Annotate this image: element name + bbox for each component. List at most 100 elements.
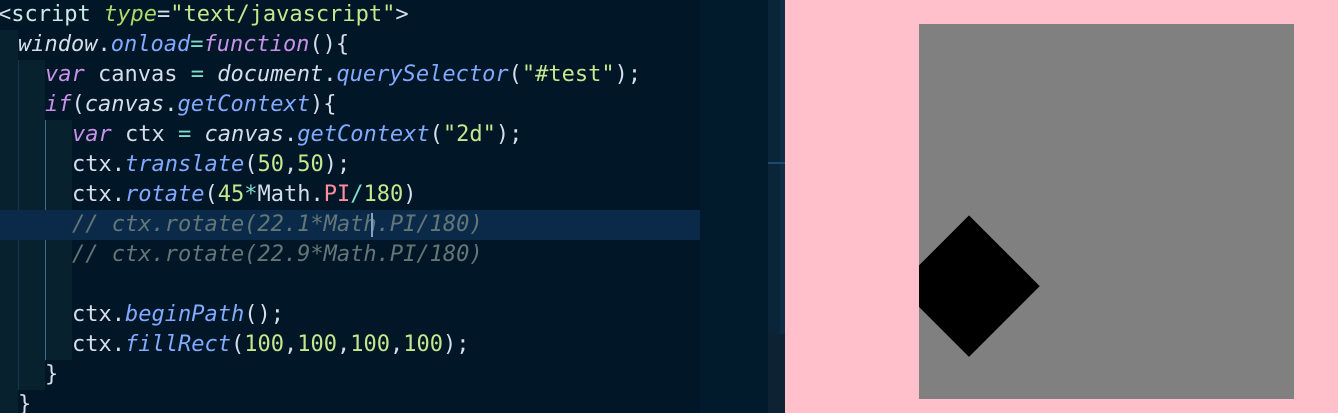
code-token: canvas xyxy=(204,122,284,147)
code-token: translate xyxy=(125,152,245,177)
code-token: window xyxy=(18,32,98,57)
code-line[interactable]: ctx.fillRect(100,100,100,100); xyxy=(72,330,469,360)
code-token: 100 xyxy=(350,332,390,357)
code-token: , xyxy=(336,332,351,357)
code-token: 100 xyxy=(403,332,443,357)
code-token: ( xyxy=(230,332,245,357)
app-window: <script type="text/javascript"> window.on… xyxy=(0,0,1338,413)
code-token: ); xyxy=(442,332,470,357)
code-token: . xyxy=(111,152,125,177)
code-line[interactable]: var ctx = canvas.getContext("2d"); xyxy=(72,120,522,150)
code-token: ctx xyxy=(72,152,112,177)
code-token: } xyxy=(45,362,59,387)
code-line[interactable]: var canvas = document.querySelector("#te… xyxy=(45,60,641,90)
text-cursor xyxy=(371,213,373,237)
code-token: { xyxy=(323,92,337,117)
code-token: . xyxy=(164,92,178,117)
code-token: ); xyxy=(323,152,351,177)
code-line[interactable]: // ctx.rotate(22.9*Math.PI/180) xyxy=(72,240,483,270)
code-token: , xyxy=(283,152,298,177)
code-token: "#test" xyxy=(521,62,615,87)
code-token: "2d" xyxy=(442,122,496,147)
code-line[interactable]: // ctx.rotate(22.1*Math.PI/180) xyxy=(72,210,483,240)
canvas-drawing xyxy=(919,215,1040,357)
indent-guide-active xyxy=(45,120,46,360)
code-token: var xyxy=(45,62,85,87)
code-token: ctx xyxy=(72,332,112,357)
code-token: document xyxy=(217,62,324,87)
code-token: 180 xyxy=(363,182,404,207)
code-token: ) xyxy=(403,182,417,207)
code-token: canvas xyxy=(84,62,191,87)
code-line[interactable]: ctx.rotate(45*Math.PI/180) xyxy=(72,180,416,210)
code-token: Math xyxy=(257,182,311,207)
code-token: . xyxy=(111,302,125,327)
code-token: 50 xyxy=(257,152,284,177)
code-token: beginPath xyxy=(125,302,245,327)
code-token: > xyxy=(395,2,409,27)
code-line[interactable]: } xyxy=(45,360,58,390)
code-token: function xyxy=(203,32,310,57)
code-token: (){ xyxy=(309,32,350,57)
code-token: . xyxy=(283,122,298,147)
code-line[interactable]: ctx.beginPath(); xyxy=(72,300,284,330)
code-token: ( xyxy=(429,122,443,147)
code-token: script xyxy=(11,2,91,27)
code-token: ctx xyxy=(111,122,178,147)
code-token: PI xyxy=(323,182,351,207)
code-token: getContext xyxy=(297,122,430,147)
code-token: } xyxy=(18,392,32,413)
code-token: = xyxy=(190,32,204,57)
code-token: if xyxy=(45,92,72,117)
code-token: "text/javascript" xyxy=(170,2,396,27)
code-token: type xyxy=(103,2,157,27)
code-token: // ctx.rotate(22.9*Math.PI/180) xyxy=(72,242,483,267)
code-token: , xyxy=(389,332,404,357)
code-token: ) xyxy=(309,92,324,117)
code-token: rotate xyxy=(125,182,205,207)
code-token: < xyxy=(0,2,12,27)
code-token: . xyxy=(111,332,125,357)
code-token: = xyxy=(177,122,192,147)
scrollbar-thumb[interactable] xyxy=(768,334,785,413)
code-token: . xyxy=(323,62,337,87)
code-token: (); xyxy=(244,302,284,327)
test-canvas xyxy=(919,24,1294,399)
code-token: ctx xyxy=(72,182,112,207)
code-token: ( xyxy=(244,152,258,177)
code-token: / xyxy=(350,182,364,207)
indent-guide-shade xyxy=(45,120,72,360)
code-token: ); xyxy=(614,62,642,87)
code-token: ctx xyxy=(72,302,112,327)
code-token: . xyxy=(111,182,125,207)
code-token: // ctx.rotate(22.1*Math.PI/180) xyxy=(72,212,483,237)
code-token: fillRect xyxy=(125,332,231,357)
code-token: ( xyxy=(508,62,522,87)
code-line[interactable]: ctx.translate(50,50); xyxy=(72,150,350,180)
code-token: ( xyxy=(204,182,218,207)
code-token: querySelector xyxy=(336,62,509,87)
code-token: = xyxy=(190,62,204,87)
code-token: ( xyxy=(71,92,85,117)
code-token: var xyxy=(72,122,112,147)
code-token: . xyxy=(97,32,111,57)
code-line[interactable]: <script type="text/javascript"> xyxy=(0,0,409,30)
code-token: , xyxy=(283,332,298,357)
code-token: canvas xyxy=(84,92,165,117)
scrollbar-marker xyxy=(768,162,785,164)
code-token: . xyxy=(310,182,324,207)
code-line[interactable]: window.onload=function(){ xyxy=(18,30,349,60)
code-token: ); xyxy=(495,122,523,147)
code-token: onload xyxy=(110,32,191,57)
preview-page xyxy=(785,0,1338,413)
code-token: 100 xyxy=(297,332,337,357)
code-editor[interactable]: <script type="text/javascript"> window.on… xyxy=(0,0,768,413)
code-line[interactable]: if(canvas.getContext){ xyxy=(45,90,336,120)
editor-gutter-right xyxy=(700,0,768,413)
code-token: 45 xyxy=(217,182,245,207)
code-line[interactable]: } xyxy=(18,390,31,413)
code-token: getContext xyxy=(177,92,310,117)
